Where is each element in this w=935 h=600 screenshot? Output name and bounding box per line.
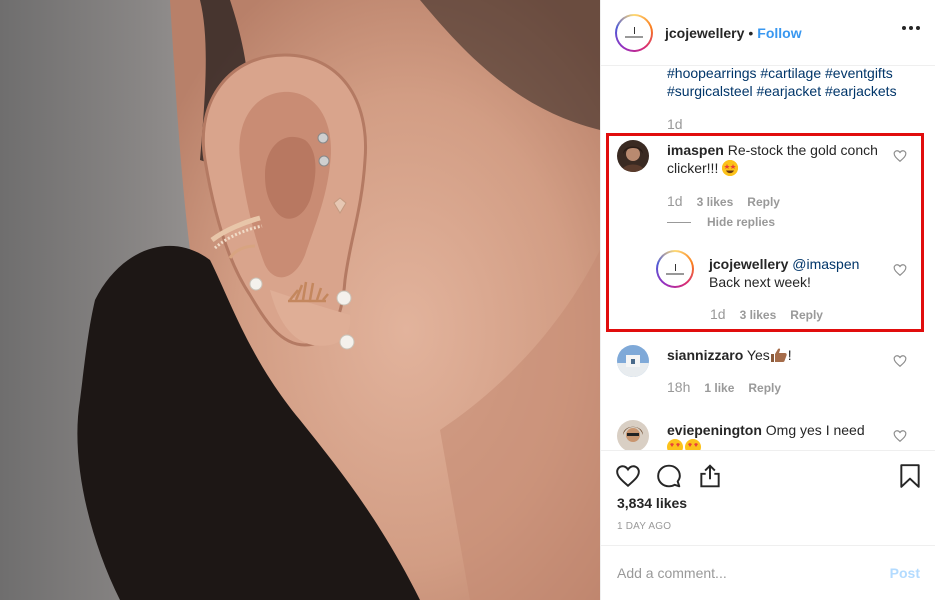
share-icon[interactable] bbox=[697, 463, 723, 489]
comment-avatar-eviepenington[interactable] bbox=[617, 420, 649, 450]
ear-photo-illustration bbox=[0, 0, 600, 600]
comment-text: Omg yes I need bbox=[765, 422, 865, 438]
comment-avatar-siannizzaro[interactable] bbox=[617, 345, 649, 377]
instagram-post: jcojewellery • Follow #hoopearrings #car… bbox=[0, 0, 935, 600]
post-comment-button[interactable]: Post bbox=[890, 565, 920, 581]
header-username[interactable]: jcojewellery bbox=[665, 25, 744, 41]
brand-logo bbox=[617, 15, 651, 50]
caption-hashtags[interactable]: #hoopearrings #cartilage #eventgifts #su… bbox=[667, 66, 917, 100]
action-bar: 3,834 likes 1 DAY AGO bbox=[601, 450, 935, 545]
more-options-icon[interactable] bbox=[902, 26, 920, 30]
comment-input[interactable] bbox=[617, 565, 857, 581]
bookmark-icon[interactable] bbox=[897, 463, 923, 489]
comment-meta-siannizzaro: 18h 1 like Reply bbox=[667, 379, 781, 395]
comment-suffix: ! bbox=[787, 347, 792, 363]
user-photo-icon bbox=[617, 345, 649, 377]
comment-siannizzaro: siannizzaro Yes ! bbox=[667, 346, 887, 367]
comment-username[interactable]: eviepenington bbox=[667, 422, 762, 438]
comment-time: 18h bbox=[667, 379, 691, 395]
follow-button[interactable]: Follow bbox=[757, 25, 801, 41]
thumbs-up-emoji-icon bbox=[770, 347, 788, 367]
caption-time: 1d bbox=[667, 116, 683, 132]
likes-count[interactable]: 3,834 likes bbox=[617, 495, 687, 511]
post-timestamp: 1 DAY AGO bbox=[617, 521, 672, 532]
profile-avatar[interactable] bbox=[615, 13, 653, 52]
header-separator: • bbox=[748, 24, 754, 41]
reply-button[interactable]: Reply bbox=[748, 381, 781, 395]
like-heart-icon[interactable] bbox=[615, 463, 641, 489]
highlight-box bbox=[606, 133, 924, 332]
comment-username[interactable]: siannizzaro bbox=[667, 347, 743, 363]
comment-likes[interactable]: 1 like bbox=[704, 381, 734, 395]
add-comment-bar: Post bbox=[601, 545, 935, 600]
post-header: jcojewellery • Follow bbox=[601, 0, 935, 66]
heart-eyes-emoji-icon bbox=[667, 439, 701, 450]
post-photo[interactable] bbox=[0, 0, 600, 600]
comment-eviepenington: eviepenington Omg yes I need bbox=[667, 421, 887, 439]
comments-list[interactable]: #hoopearrings #cartilage #eventgifts #su… bbox=[601, 66, 935, 450]
comment-text: Yes bbox=[746, 347, 770, 363]
like-comment-heart-icon[interactable] bbox=[893, 429, 907, 443]
comment-bubble-icon[interactable] bbox=[656, 463, 682, 489]
user-photo-icon bbox=[617, 420, 649, 450]
like-comment-heart-icon[interactable] bbox=[893, 354, 907, 368]
post-side-panel: jcojewellery • Follow #hoopearrings #car… bbox=[600, 0, 935, 600]
